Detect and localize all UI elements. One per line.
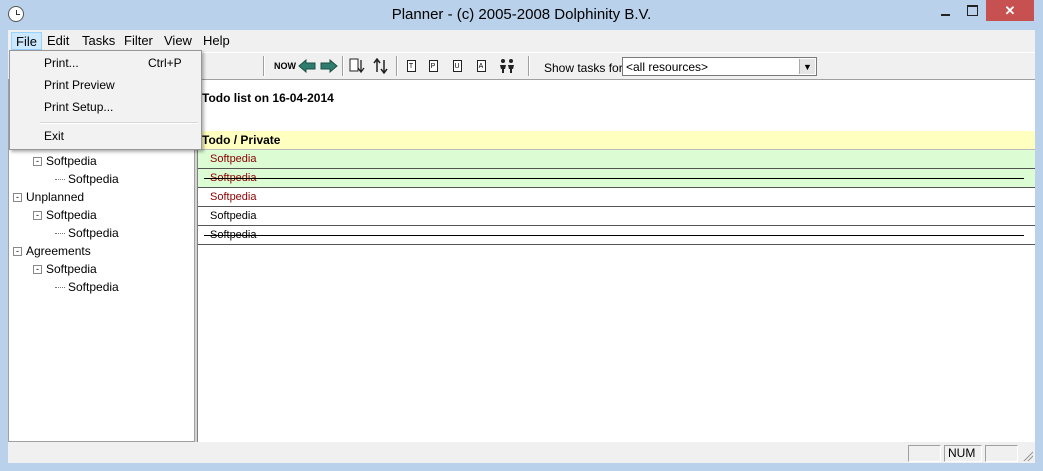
tree-node-label: Softpedia bbox=[68, 226, 119, 240]
unplanned-view-button[interactable]: U bbox=[448, 57, 466, 75]
menu-item-shortcut: Ctrl+P bbox=[148, 56, 182, 70]
arrow-left-icon bbox=[298, 59, 316, 73]
task-row[interactable]: Softpedia bbox=[198, 169, 1035, 188]
collapse-icon[interactable]: - bbox=[33, 265, 42, 275]
menu-item-label: Exit bbox=[44, 129, 65, 143]
tree-node[interactable]: Softpedia bbox=[55, 278, 119, 296]
document-u-icon: U bbox=[452, 60, 462, 72]
tree-node-agreements[interactable]: - Agreements bbox=[13, 242, 91, 260]
menu-file[interactable]: File bbox=[11, 32, 42, 50]
num-lock-indicator: NUM bbox=[944, 445, 982, 462]
menu-edit[interactable]: Edit bbox=[43, 32, 73, 50]
menu-separator bbox=[40, 122, 198, 124]
forward-arrow-button[interactable] bbox=[320, 57, 338, 75]
sort-down-icon bbox=[349, 58, 365, 74]
document-a-icon: A bbox=[476, 60, 486, 72]
toolbar-separator bbox=[263, 56, 265, 76]
strikethrough-line bbox=[204, 235, 1024, 236]
tree-node[interactable]: Softpedia bbox=[55, 170, 119, 188]
tree-node[interactable]: - Softpedia bbox=[33, 152, 97, 170]
back-arrow-button[interactable] bbox=[298, 57, 316, 75]
sort-down-button[interactable] bbox=[348, 57, 366, 75]
menu-item-exit[interactable]: Exit bbox=[11, 126, 200, 147]
close-button[interactable]: ✕ bbox=[986, 0, 1034, 21]
todo-panel: Todo list on 16-04-2014 Todo / Private S… bbox=[197, 80, 1035, 442]
minimize-button[interactable] bbox=[932, 0, 959, 21]
tree-connector bbox=[55, 179, 65, 181]
tree-node-label: Softpedia bbox=[46, 262, 97, 276]
collapse-icon[interactable]: - bbox=[33, 211, 42, 221]
toolbar-separator bbox=[396, 56, 398, 76]
menu-item-label: Print Preview bbox=[44, 78, 115, 92]
menu-item-label: Print Setup... bbox=[44, 100, 114, 114]
menu-bar: File Edit Tasks Filter View Help bbox=[8, 30, 1035, 50]
task-row[interactable]: Softpedia bbox=[198, 226, 1035, 245]
document-t-icon: T bbox=[406, 60, 416, 72]
resources-button[interactable] bbox=[498, 57, 516, 75]
resource-select-value: <all resources> bbox=[626, 60, 709, 74]
maximize-button[interactable] bbox=[959, 0, 986, 21]
todo-list-title: Todo list on 16-04-2014 bbox=[202, 91, 334, 105]
status-pane bbox=[908, 445, 941, 462]
chevron-down-icon[interactable]: ▼ bbox=[799, 59, 815, 74]
tree-node[interactable]: - Softpedia bbox=[33, 206, 97, 224]
window-title: Planner - (c) 2005-2008 Dolphinity B.V. bbox=[391, 6, 652, 23]
tree-node[interactable]: Softpedia bbox=[55, 224, 119, 242]
menu-help[interactable]: Help bbox=[199, 32, 234, 50]
collapse-icon[interactable]: - bbox=[13, 193, 22, 203]
todo-view-button[interactable]: T bbox=[402, 57, 420, 75]
status-bar: NUM bbox=[8, 443, 1035, 463]
agreements-view-button[interactable]: A bbox=[472, 57, 490, 75]
menu-item-print[interactable]: Print... Ctrl+P bbox=[11, 53, 200, 74]
menu-item-print-setup[interactable]: Print Setup... bbox=[11, 97, 200, 118]
task-label: Softpedia bbox=[210, 153, 257, 165]
tree-connector bbox=[55, 233, 65, 235]
collapse-icon[interactable]: - bbox=[13, 247, 22, 257]
document-p-icon: P bbox=[428, 60, 438, 72]
task-row[interactable]: Softpedia bbox=[198, 150, 1035, 169]
resource-select[interactable]: <all resources> ▼ bbox=[622, 57, 817, 76]
resize-grip[interactable] bbox=[1021, 449, 1033, 461]
tree-node-label: Softpedia bbox=[46, 208, 97, 222]
menu-view[interactable]: View bbox=[160, 32, 196, 50]
toolbar-separator bbox=[528, 56, 530, 76]
task-label: Softpedia bbox=[210, 191, 257, 203]
close-icon: ✕ bbox=[1004, 2, 1016, 18]
planned-view-button[interactable]: P bbox=[424, 57, 442, 75]
task-label: Softpedia bbox=[210, 210, 257, 222]
people-icon bbox=[500, 59, 514, 73]
title-bar[interactable]: Planner - (c) 2005-2008 Dolphinity B.V. … bbox=[0, 0, 1043, 30]
app-window: Planner - (c) 2005-2008 Dolphinity B.V. … bbox=[0, 0, 1043, 471]
sort-updown-icon bbox=[373, 58, 388, 74]
tree-node-label: Agreements bbox=[26, 244, 91, 258]
now-button[interactable]: NOW bbox=[274, 57, 296, 75]
tree-node[interactable]: - Softpedia bbox=[33, 260, 97, 278]
status-pane bbox=[985, 445, 1018, 462]
show-tasks-label: Show tasks for bbox=[544, 61, 623, 75]
collapse-icon[interactable]: - bbox=[33, 157, 42, 167]
task-row[interactable]: Softpedia bbox=[198, 207, 1035, 226]
menu-tasks[interactable]: Tasks bbox=[78, 32, 119, 50]
tree-connector bbox=[55, 287, 65, 289]
menu-filter[interactable]: Filter bbox=[120, 32, 157, 50]
tree-node-label: Softpedia bbox=[68, 172, 119, 186]
toolbar-separator bbox=[342, 56, 344, 76]
menu-item-label: Print... bbox=[44, 56, 79, 70]
arrow-right-icon bbox=[320, 59, 338, 73]
file-menu-dropdown: Print... Ctrl+P Print Preview Print Setu… bbox=[9, 50, 202, 150]
task-row[interactable]: Softpedia bbox=[198, 188, 1035, 207]
tree-node-label: Unplanned bbox=[26, 190, 85, 204]
tree-node-unplanned[interactable]: - Unplanned bbox=[13, 188, 84, 206]
menu-item-print-preview[interactable]: Print Preview bbox=[11, 75, 200, 96]
tree-node-label: Softpedia bbox=[46, 154, 97, 168]
task-group-header[interactable]: Todo / Private bbox=[198, 131, 1035, 150]
strikethrough-line bbox=[204, 178, 1024, 179]
maximize-icon bbox=[967, 5, 978, 16]
minimize-icon bbox=[941, 13, 950, 16]
tree-node-label: Softpedia bbox=[68, 280, 119, 294]
sort-updown-button[interactable] bbox=[372, 57, 390, 75]
